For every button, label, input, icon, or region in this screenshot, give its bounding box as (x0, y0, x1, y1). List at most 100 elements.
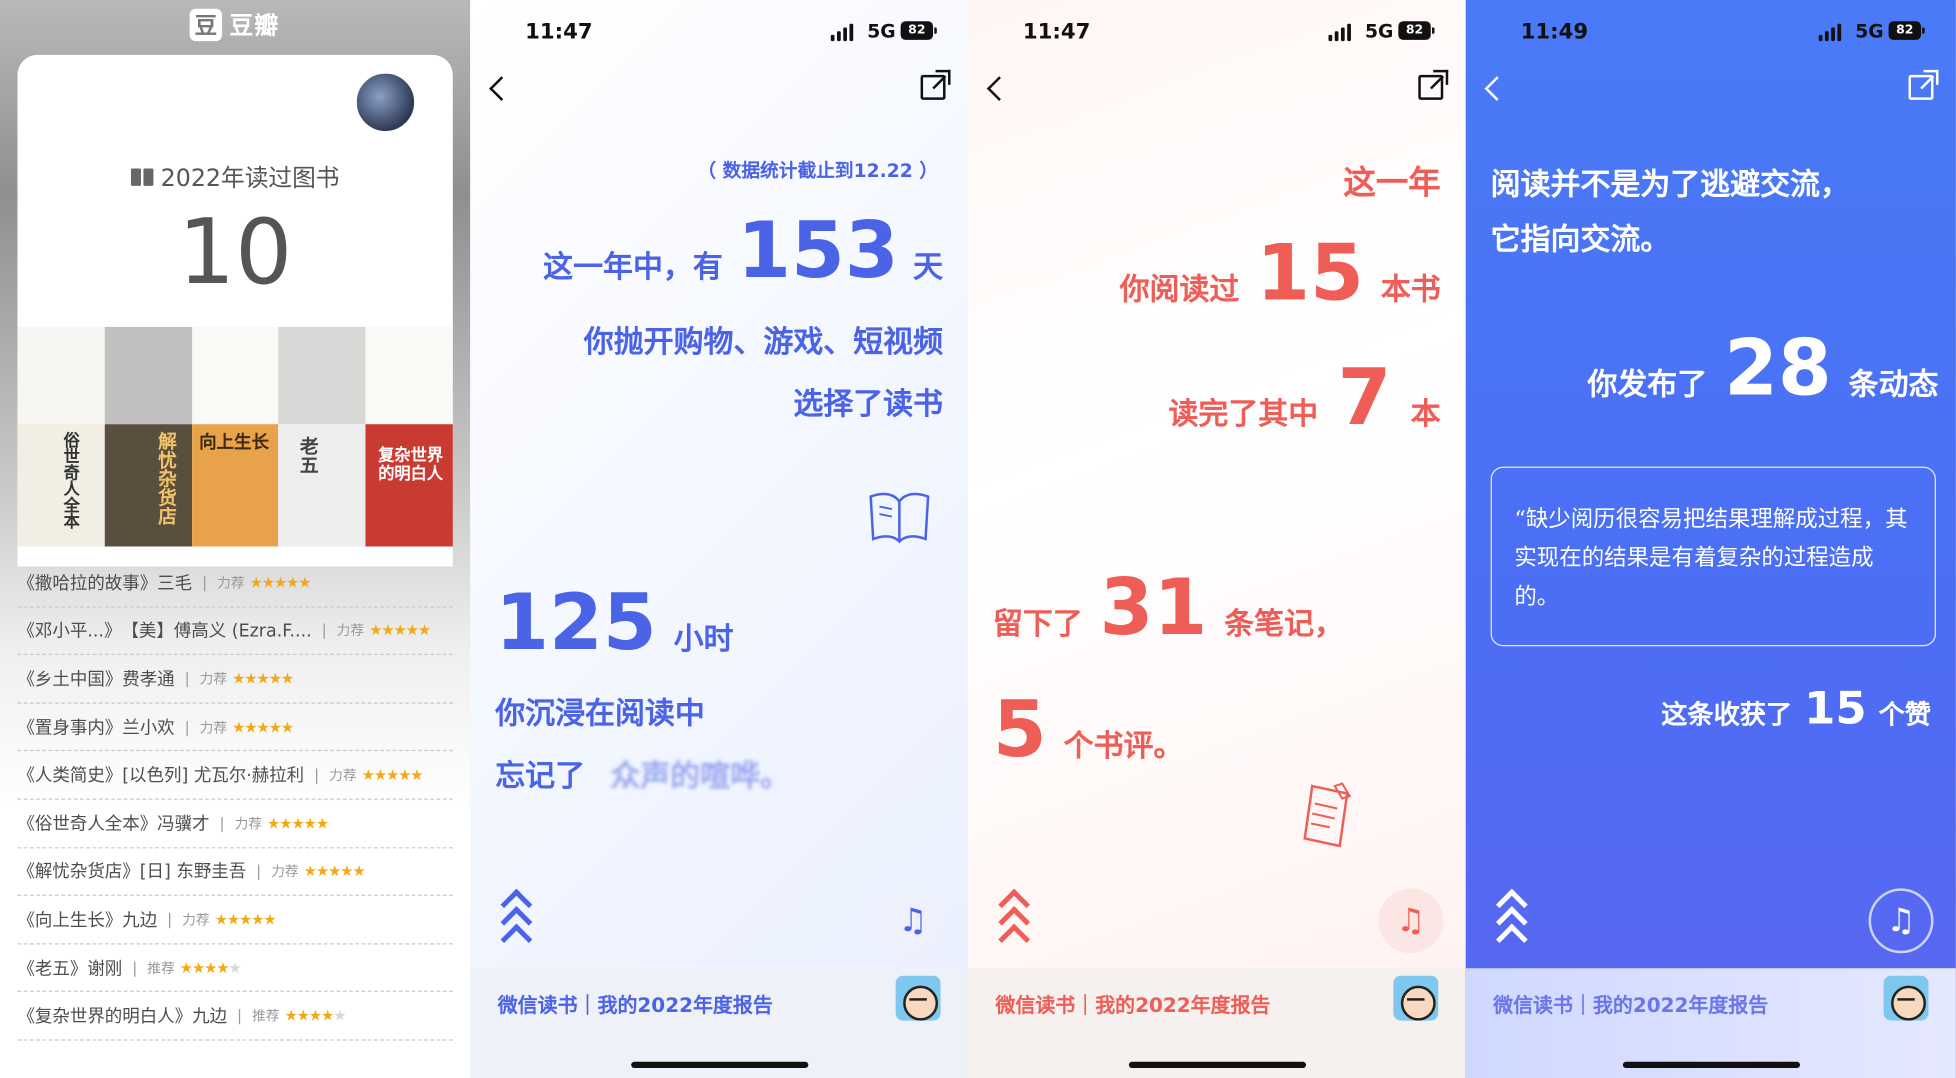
separator: | (132, 958, 138, 977)
book-author: 冯骥才 (157, 814, 210, 835)
book-list-item[interactable]: 《老五》 谢刚 | 推荐 ★★★★★ (17, 944, 453, 993)
book-title: 《置身事内》 (17, 718, 123, 739)
douban-panel: 豆 豆瓣 2022年读过图书 10 俗世奇人全本 解忧杂货店 向上生长 老五 复… (0, 0, 471, 1078)
battery-icon: 82 (1888, 21, 1925, 40)
posts-value: 28 (1724, 321, 1832, 413)
books-read-line: 你阅读过 15 本书 (1120, 227, 1441, 318)
book-cover-faded (104, 326, 192, 425)
rating-tag: 力荐 (217, 574, 245, 592)
book-author: 费孝通 (122, 669, 175, 690)
book-author: 【美】傅高义 (Ezra.F.... (121, 621, 312, 642)
year-label-text: 2022年读过图书 (160, 164, 340, 193)
book-list-item[interactable]: 《俗世奇人全本》 冯骥才 | 力荐 ★★★★★ (17, 800, 453, 848)
stats-note: （ 数据统计截止到12.22 ） (697, 159, 939, 183)
book-cover[interactable]: 解忧杂货店 (104, 424, 192, 547)
separator: | (184, 718, 190, 736)
footer-title: 微信读书｜我的2022年度报告 (497, 993, 773, 1017)
headline-line2: 它指向交流。 (1490, 222, 1671, 258)
book-title: 《人类简史》 (17, 766, 123, 787)
book-title: 《邓小平...》 (17, 621, 122, 642)
douban-logo-icon: 豆 (189, 8, 223, 41)
home-indicator[interactable] (630, 1061, 808, 1069)
book-title: 《老五》 (17, 958, 88, 979)
reviews-line: 5 个书评。 (993, 684, 1184, 775)
book-list-item[interactable]: 《人类简史》 [以色列] 尤瓦尔·赫拉利 | 力荐 ★★★★★ (17, 752, 453, 800)
likes-unit: 个赞 (1878, 699, 1931, 730)
swipe-up-icon[interactable] (998, 888, 1031, 956)
separator: | (256, 862, 262, 881)
forget-blurred-text: 众声的喧哗。 (610, 758, 791, 794)
swipe-up-icon[interactable] (500, 888, 533, 956)
days-value: 153 (737, 204, 899, 296)
book-cover[interactable]: 复杂世界的明白人 (365, 424, 453, 547)
star-rating-icon: ★★★★★ (284, 1007, 346, 1025)
books-read-unit: 本书 (1380, 271, 1441, 307)
book-covers: 俗世奇人全本 解忧杂货店 向上生长 老五 复杂世界的明白人 (17, 326, 453, 547)
book-cover[interactable]: 俗世奇人全本 (17, 424, 105, 547)
star-rating-icon: ★★★★★ (361, 766, 424, 784)
book-list-item[interactable]: 《邓小平...》 【美】傅高义 (Ezra.F.... | 力荐 ★★★★★ (17, 607, 453, 656)
battery-icon: 82 (900, 21, 937, 40)
reviews-unit: 个书评。 (1063, 728, 1184, 764)
star-rating-icon: ★★★★★ (369, 621, 431, 640)
book-cover[interactable]: 向上生长 (191, 424, 279, 547)
report-panel-reading-days: 11:47 5G 82 （ 数据统计截止到12.22 ） 这一年中，有 153 … (470, 0, 968, 1078)
quote-box[interactable]: “缺少阅历很容易把结果理解成过程，其实现在的结果是有着复杂的过程造成的。 (1490, 466, 1936, 647)
book-author: [日] 东野圭吾 (139, 862, 247, 883)
books-finished-line: 读完了其中 7 本 (1168, 352, 1440, 443)
signal-icon (1328, 23, 1351, 42)
notes-line: 留下了 31 条笔记， (993, 561, 1344, 652)
report-panel-books: 11:47 5G 82 这一年 你阅读过 15 本书 读完了其中 7 本 留下了… (967, 0, 1466, 1078)
status-bar: 11:49 5G 82 (1466, 17, 1956, 47)
network-label: 5G (1364, 19, 1394, 43)
music-icon[interactable]: ♫ (1868, 888, 1934, 954)
book-icon (130, 167, 154, 186)
status-time: 11:49 (1520, 19, 1589, 45)
avatar[interactable] (1883, 975, 1929, 1021)
avatar[interactable] (895, 975, 941, 1021)
avatar[interactable] (353, 69, 418, 135)
headline-line2: 你抛开购物、游戏、短视频 (583, 324, 944, 360)
back-icon[interactable] (1481, 75, 1508, 102)
rating-tag: 力荐 (199, 671, 228, 688)
book-list-item[interactable]: 《复杂世界的明白人》 九边 | 推荐 ★★★★★ (17, 992, 453, 1041)
book-cover[interactable]: 老五 (278, 424, 366, 547)
status-bar: 11:47 5G 82 (470, 17, 968, 47)
back-icon[interactable] (485, 75, 512, 102)
notes-unit: 条笔记， (1224, 606, 1344, 642)
swipe-up-icon[interactable] (1495, 888, 1528, 956)
book-list-item[interactable]: 《乡土中国》 费孝通 | 力荐 ★★★★★ (17, 655, 453, 704)
book-author: 谢刚 (87, 958, 123, 979)
notes-prefix: 留下了 (992, 606, 1083, 642)
books-finished-value: 7 (1337, 351, 1392, 443)
share-icon[interactable] (1418, 69, 1449, 100)
share-icon[interactable] (920, 69, 951, 100)
avatar[interactable] (1393, 975, 1439, 1021)
music-icon[interactable]: ♫ (880, 888, 946, 954)
headline-line3: 选择了读书 (793, 386, 944, 422)
book-list-item[interactable]: 《向上生长》 九边 | 力荐 ★★★★★ (17, 896, 453, 945)
footer: 微信读书｜我的2022年度报告 (470, 968, 968, 1078)
separator: | (184, 669, 190, 688)
book-list-item[interactable]: 《置身事内》 兰小欢 | 力荐 ★★★★★ (17, 703, 453, 752)
book-list-item[interactable]: 《撒哈拉的故事》 三毛 | 力荐 ★★★★★ (17, 559, 453, 608)
likes-prefix: 这条收获了 (1661, 699, 1793, 730)
book-title: 《向上生长》 (17, 910, 123, 931)
book-list: 《撒哈拉的故事》 三毛 | 力荐 ★★★★★ 《邓小平...》 【美】傅高义 (Ezra.F… (17, 559, 453, 1041)
book-author: 九边 (192, 1007, 228, 1028)
music-icon[interactable]: ♫ (1378, 888, 1444, 954)
separator: | (219, 814, 225, 832)
status-time: 11:47 (525, 19, 593, 45)
signal-icon (830, 23, 854, 42)
immersed-line: 你沉浸在阅读中 (495, 696, 705, 732)
rating-tag: 力荐 (199, 719, 228, 736)
home-indicator[interactable] (1622, 1061, 1800, 1069)
back-icon[interactable] (983, 75, 1010, 102)
posts-unit: 条动态 (1848, 366, 1939, 402)
hours-value: 125 (495, 576, 657, 668)
book-list-item[interactable]: 《解忧杂货店》 [日] 东野圭吾 | 力荐 ★★★★★ (17, 848, 453, 897)
books-finished-prefix: 读完了其中 (1168, 396, 1319, 432)
share-icon[interactable] (1908, 69, 1939, 100)
home-indicator[interactable] (1128, 1061, 1306, 1069)
year-label: 2022年读过图书 (0, 160, 470, 194)
